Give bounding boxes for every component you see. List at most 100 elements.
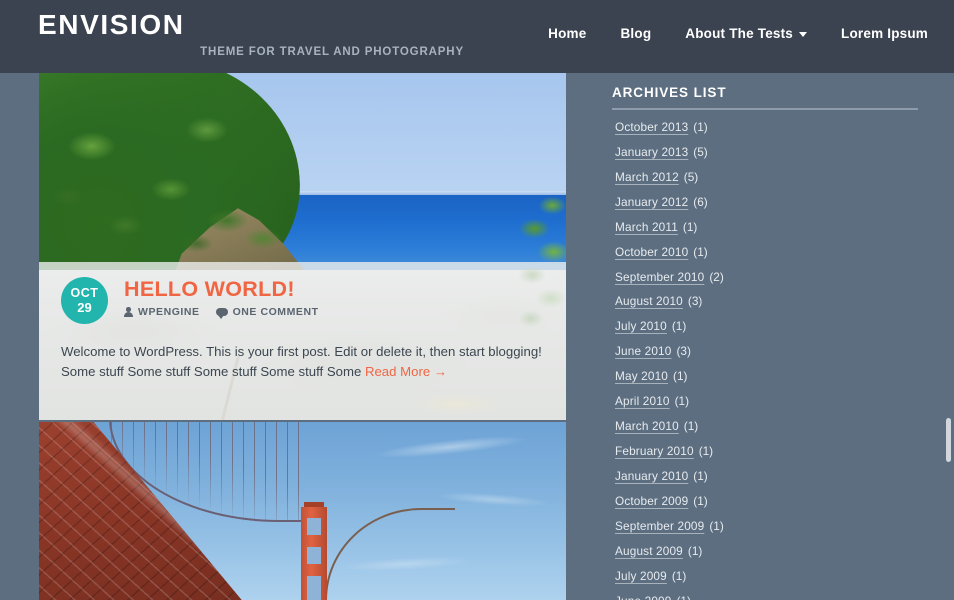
site-branding[interactable]: ENVISION THEME FOR TRAVEL AND PHOTOGRAPH… bbox=[38, 9, 468, 59]
archive-count: (1) bbox=[682, 219, 698, 234]
chevron-down-icon bbox=[799, 32, 808, 37]
archive-list-item: September 2010 (2) bbox=[612, 264, 934, 289]
photo-tower-opening bbox=[307, 576, 321, 600]
site-header: ENVISION THEME FOR TRAVEL AND PHOTOGRAPH… bbox=[0, 0, 954, 73]
post-date-badge[interactable]: OCT 29 bbox=[61, 277, 108, 324]
archive-count: (1) bbox=[687, 544, 703, 559]
archive-list-item: January 2012 (6) bbox=[612, 189, 934, 214]
archive-list-item: March 2010 (1) bbox=[612, 414, 934, 439]
archive-list-item: September 2009 (1) bbox=[612, 514, 934, 539]
archive-link[interactable]: January 2010 bbox=[615, 469, 688, 483]
nav-item-blog[interactable]: Blog bbox=[620, 26, 651, 41]
page-scrollbar[interactable] bbox=[946, 0, 951, 600]
archive-link[interactable]: January 2013 bbox=[615, 145, 688, 159]
archive-list-item: July 2009 (1) bbox=[612, 564, 934, 589]
post-date-month: OCT bbox=[70, 286, 99, 300]
post-author[interactable]: WPENGINE bbox=[124, 306, 200, 318]
archive-count: (6) bbox=[693, 194, 708, 209]
archive-link[interactable]: July 2009 bbox=[615, 569, 667, 583]
content-column: OCT 29 HELLO WORLD! WPENGINE ONE COMMENT… bbox=[39, 73, 566, 600]
archive-list-item: January 2013 (5) bbox=[612, 139, 934, 164]
archive-count: (3) bbox=[676, 344, 691, 359]
archives-list: October 2013 (1) January 2013 (5) March 2012… bbox=[612, 114, 934, 600]
featured-image-bridge[interactable] bbox=[39, 422, 566, 600]
archive-link[interactable]: August 2009 bbox=[615, 544, 683, 558]
archive-list-item: June 2009 (1) bbox=[612, 589, 934, 600]
post-title[interactable]: HELLO WORLD! bbox=[124, 277, 544, 301]
post-comments-label: ONE COMMENT bbox=[232, 306, 319, 318]
archive-count: (1) bbox=[674, 394, 690, 409]
archive-link[interactable]: October 2010 bbox=[615, 245, 688, 259]
archive-link[interactable]: July 2010 bbox=[615, 319, 667, 333]
post-excerpt: Welcome to WordPress. This is your first… bbox=[61, 342, 544, 382]
archive-link[interactable]: October 2013 bbox=[615, 120, 688, 134]
archive-link[interactable]: February 2010 bbox=[615, 444, 694, 458]
archive-list-item: March 2011 (1) bbox=[612, 214, 934, 239]
archive-list-item: August 2010 (3) bbox=[612, 289, 934, 314]
archive-list-item: October 2013 (1) bbox=[612, 114, 934, 139]
archive-link[interactable]: April 2010 bbox=[615, 394, 670, 408]
archive-list-item: March 2012 (5) bbox=[612, 164, 934, 189]
archive-count: (1) bbox=[693, 119, 708, 134]
archive-link[interactable]: October 2009 bbox=[615, 494, 688, 508]
archive-list-item: June 2010 (3) bbox=[612, 339, 934, 364]
archive-list-item: August 2009 (1) bbox=[612, 539, 934, 564]
main-navigation[interactable]: Home Blog About The Tests Lorem Ipsum bbox=[548, 26, 928, 41]
archive-link[interactable]: June 2010 bbox=[615, 344, 671, 358]
user-icon bbox=[124, 307, 133, 317]
nav-item-home[interactable]: Home bbox=[548, 26, 586, 41]
post-header: OCT 29 HELLO WORLD! WPENGINE ONE COMMENT bbox=[61, 277, 544, 324]
archive-count: (5) bbox=[693, 144, 708, 159]
archive-list-item: October 2010 (1) bbox=[612, 239, 934, 264]
archive-list-item: July 2010 (1) bbox=[612, 314, 934, 339]
archive-count: (3) bbox=[687, 294, 703, 309]
sidebar-divider bbox=[612, 108, 918, 110]
archive-count: (1) bbox=[698, 444, 714, 459]
archive-count: (1) bbox=[673, 369, 688, 384]
archive-list-item: May 2010 (1) bbox=[612, 364, 934, 389]
page-body: OCT 29 HELLO WORLD! WPENGINE ONE COMMENT… bbox=[0, 73, 954, 600]
archive-list-item: February 2010 (1) bbox=[612, 439, 934, 464]
archive-link[interactable]: September 2009 bbox=[615, 519, 704, 533]
scrollbar-thumb[interactable] bbox=[946, 418, 951, 462]
post-excerpt-text: Welcome to WordPress. This is your first… bbox=[61, 344, 542, 379]
post-date-day: 29 bbox=[77, 300, 92, 315]
featured-image-coast[interactable]: OCT 29 HELLO WORLD! WPENGINE ONE COMMENT… bbox=[39, 73, 566, 420]
archive-link[interactable]: January 2012 bbox=[615, 195, 688, 209]
site-title[interactable]: ENVISION bbox=[38, 9, 468, 41]
post-overlay-panel: OCT 29 HELLO WORLD! WPENGINE ONE COMMENT… bbox=[39, 262, 566, 420]
site-tagline: THEME FOR TRAVEL AND PHOTOGRAPHY bbox=[200, 46, 464, 58]
archive-link[interactable]: August 2010 bbox=[615, 294, 683, 308]
archive-link[interactable]: May 2010 bbox=[615, 369, 668, 383]
archive-count: (1) bbox=[683, 419, 699, 434]
archive-count: (5) bbox=[683, 169, 699, 184]
archive-link[interactable]: September 2010 bbox=[615, 270, 704, 284]
comment-icon bbox=[215, 307, 228, 319]
archive-count: (1) bbox=[676, 594, 690, 600]
photo-tower-opening bbox=[307, 547, 321, 564]
archive-link[interactable]: March 2011 bbox=[615, 220, 678, 234]
archive-count: (1) bbox=[693, 494, 708, 509]
archive-count: (1) bbox=[693, 244, 708, 259]
nav-item-about-the-tests-label: About The Tests bbox=[685, 26, 794, 41]
sidebar: ARCHIVES LIST October 2013 (1) January 201… bbox=[612, 73, 934, 600]
archive-list-item: October 2009 (1) bbox=[612, 489, 934, 514]
post-author-label: WPENGINE bbox=[138, 306, 200, 318]
nav-item-blog-label: Blog bbox=[620, 26, 652, 41]
archive-link[interactable]: March 2010 bbox=[615, 419, 679, 433]
archive-count: (1) bbox=[671, 569, 687, 584]
archive-count: (2) bbox=[709, 269, 724, 284]
archive-list-item: April 2010 (1) bbox=[612, 389, 934, 414]
archive-link[interactable]: June 2009 bbox=[615, 594, 671, 600]
post-meta: WPENGINE ONE COMMENT bbox=[124, 306, 544, 319]
post-comments[interactable]: ONE COMMENT bbox=[215, 306, 319, 319]
archive-link[interactable]: March 2012 bbox=[615, 170, 679, 184]
nav-item-about-the-tests[interactable]: About The Tests bbox=[685, 26, 808, 41]
archive-count: (1) bbox=[671, 319, 687, 334]
post-card-bridge bbox=[39, 422, 566, 600]
nav-item-lorem-ipsum[interactable]: Lorem Ipsum bbox=[841, 26, 928, 41]
read-more-link[interactable]: Read More → bbox=[365, 364, 447, 379]
archive-count: (1) bbox=[709, 519, 724, 534]
archive-count: (1) bbox=[693, 469, 708, 484]
sidebar-widget-title: ARCHIVES LIST bbox=[612, 85, 727, 100]
